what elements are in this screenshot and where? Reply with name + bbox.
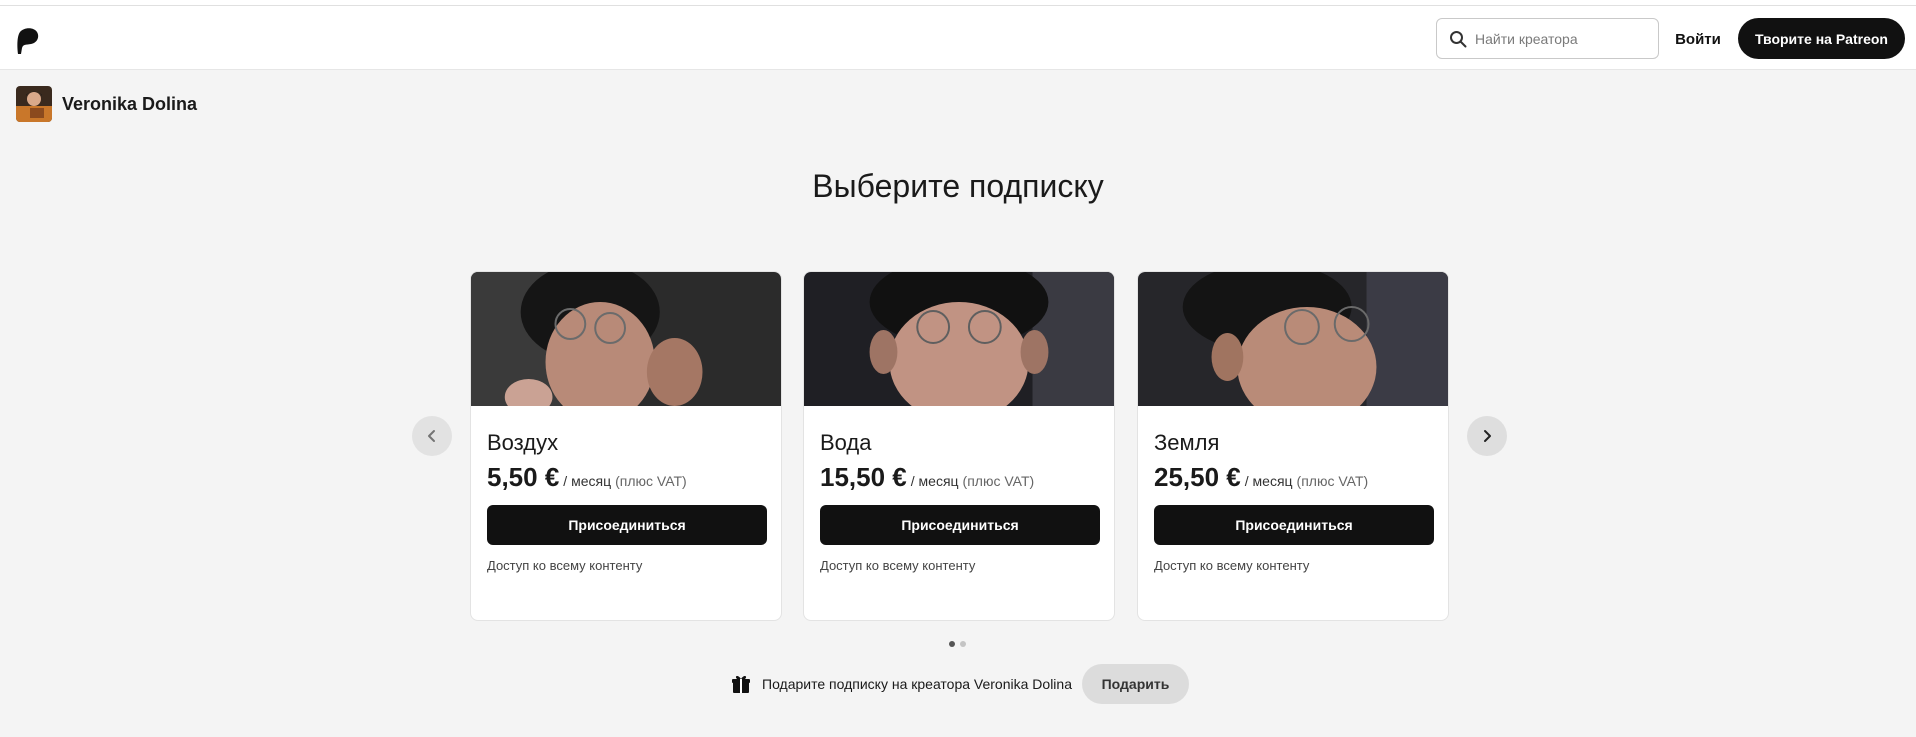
carousel-prev-button[interactable] (412, 416, 452, 456)
gift-text: Подарите подписку на креатора Veronika D… (762, 676, 1072, 692)
create-on-patreon-button[interactable]: Творите на Patreon (1738, 18, 1905, 59)
join-button[interactable]: Присоединиться (1154, 505, 1434, 545)
tier-period: / месяц (563, 473, 612, 489)
join-button[interactable]: Присоединиться (487, 505, 767, 545)
tier-image (804, 272, 1114, 406)
tier-name: Вода (820, 430, 872, 455)
site-header: Войти Творите на Patreon (0, 6, 1916, 70)
tier-price: 25,50 € (1154, 462, 1241, 492)
tier-period: / месяц (1244, 473, 1293, 489)
tier-benefit: Доступ ко всему контенту (487, 558, 643, 573)
search-box[interactable] (1436, 18, 1659, 59)
tier-name: Воздух (487, 430, 559, 455)
tier-benefit: Доступ ко всему контенту (1154, 558, 1310, 573)
tier-price: 5,50 € (487, 462, 560, 492)
creator-name: Veronika Dolina (62, 93, 198, 114)
tier-vat: (плюс VAT) (1296, 473, 1369, 489)
login-button[interactable]: Войти (1668, 24, 1728, 54)
gift-button[interactable]: Подарить (1081, 664, 1189, 704)
tier-price-row: 5,50 € / месяц (плюс VAT) (487, 462, 687, 493)
search-icon (1450, 30, 1467, 47)
pagination-dot[interactable] (949, 641, 955, 647)
gift-icon (732, 675, 750, 693)
tier-card: Вода 15,50 € / месяц (плюс VAT) Присоеди… (803, 271, 1115, 621)
tier-vat: (плюс VAT) (615, 473, 687, 489)
tier-name: Земля (1154, 430, 1220, 455)
chevron-left-icon (428, 430, 435, 442)
chevron-right-icon (1484, 430, 1491, 442)
page-title: Выберите подписку (812, 168, 1104, 204)
carousel-pagination (949, 641, 966, 647)
tier-price: 15,50 € (820, 462, 907, 492)
tier-image (471, 272, 781, 406)
tier-benefit: Доступ ко всему контенту (820, 558, 976, 573)
gift-section: Подарите подписку на креатора Veronika D… (730, 664, 1189, 704)
tier-price-row: 15,50 € / месяц (плюс VAT) (820, 462, 1034, 493)
tier-vat: (плюс VAT) (962, 473, 1035, 489)
tier-card: Воздух 5,50 € / месяц (плюс VAT) Присоед… (470, 271, 782, 621)
pagination-dot[interactable] (960, 641, 966, 647)
tier-image (1138, 272, 1448, 406)
tier-price-row: 25,50 € / месяц (плюс VAT) (1154, 462, 1368, 493)
creator-info[interactable]: Veronika Dolina (16, 86, 197, 122)
search-input[interactable] (1475, 30, 1645, 47)
carousel-next-button[interactable] (1467, 416, 1507, 456)
join-button[interactable]: Присоединиться (820, 505, 1100, 545)
patreon-logo-icon[interactable] (16, 26, 40, 56)
tier-card: Земля 25,50 € / месяц (плюс VAT) Присоед… (1137, 271, 1449, 621)
tier-period: / месяц (910, 473, 959, 489)
avatar[interactable] (16, 86, 52, 122)
